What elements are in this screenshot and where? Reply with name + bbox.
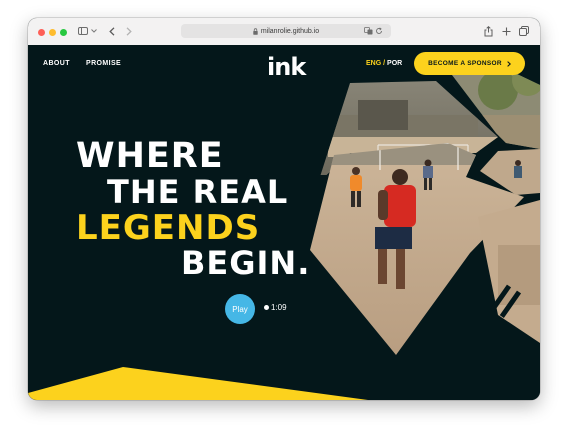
browser-titlebar: milanrolie.github.io [28, 18, 540, 46]
minimize-window-button[interactable] [49, 29, 56, 36]
language-switcher: ENG / POR [366, 60, 402, 67]
forward-icon[interactable] [124, 24, 134, 38]
close-window-button[interactable] [38, 29, 45, 36]
reload-icon[interactable] [374, 24, 384, 38]
lang-por-link[interactable]: POR [387, 60, 402, 67]
headline-line-2: THE REAL [107, 173, 289, 211]
translate-icon[interactable] [363, 24, 373, 38]
play-button[interactable]: Play [225, 294, 255, 324]
lang-eng-link[interactable]: ENG [366, 60, 381, 67]
sponsor-label: BECOME A SPONSOR [428, 60, 502, 67]
chevron-right-icon [507, 60, 511, 67]
ink-logo[interactable]: ink [267, 53, 306, 81]
play-label: Play [232, 304, 248, 314]
yellow-accent-shape [28, 367, 368, 400]
headline-line-3: LEGENDS [76, 208, 261, 248]
new-tab-icon[interactable] [501, 24, 511, 38]
sidebar-toggle-icon[interactable] [77, 24, 88, 38]
address-bar[interactable]: milanrolie.github.io [181, 24, 391, 38]
video-duration: 1:09 [264, 303, 287, 312]
page-viewport: ABOUT PROMISE ink ENG / POR BECOME A SPO… [28, 45, 540, 400]
tab-group-chevron-icon[interactable] [90, 24, 97, 38]
lang-separator: / [383, 60, 386, 67]
duration-text: 1:09 [271, 303, 287, 312]
zoom-window-button[interactable] [60, 29, 67, 36]
duration-dot-icon [264, 305, 269, 310]
become-sponsor-button[interactable]: BECOME A SPONSOR [414, 52, 525, 75]
lock-icon [253, 22, 258, 40]
back-icon[interactable] [107, 24, 117, 38]
tab-overview-icon[interactable] [518, 24, 529, 38]
nav-promise-link[interactable]: PROMISE [86, 60, 121, 67]
headline-line-4: BEGIN. [181, 244, 311, 282]
nav-about-link[interactable]: ABOUT [43, 60, 70, 67]
url-text: milanrolie.github.io [260, 27, 320, 35]
share-icon[interactable] [483, 24, 493, 38]
headline-line-1: WHERE [76, 136, 224, 176]
browser-window: milanrolie.github.io ABOUT PROMISE ink E… [28, 18, 540, 400]
